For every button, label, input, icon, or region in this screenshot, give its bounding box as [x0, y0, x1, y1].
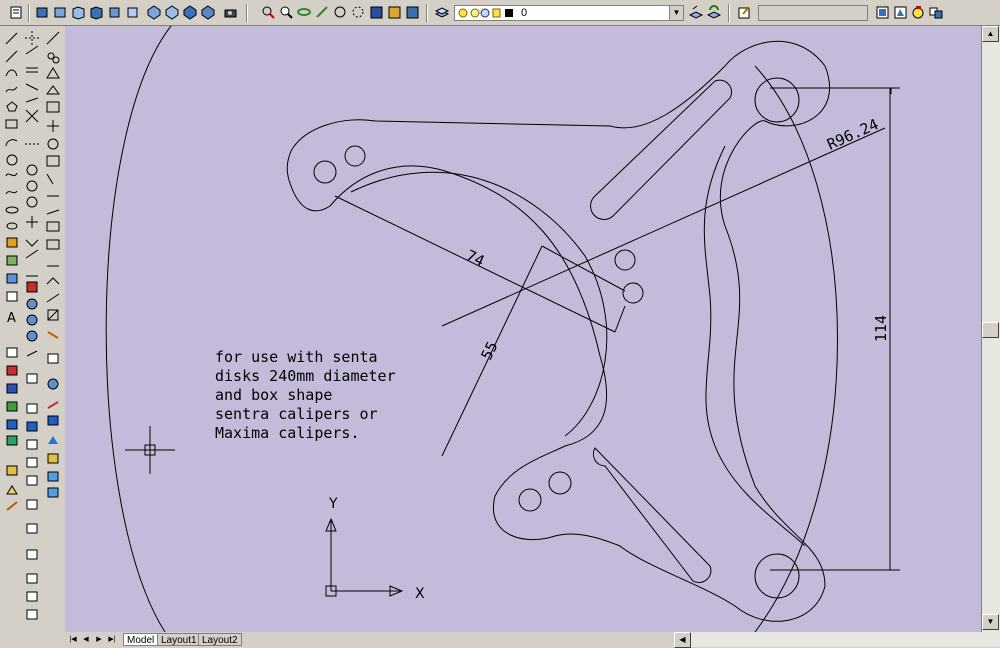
- next-tab-icon[interactable]: ▶: [93, 634, 105, 645]
- ucs-icon: [325, 517, 404, 597]
- layer-current-value: 0: [521, 7, 528, 19]
- dim-vertical-left: 55: [477, 339, 501, 363]
- ucs-x-label: X: [415, 586, 425, 602]
- make-object-layer-current-icon[interactable]: [688, 4, 705, 21]
- new-icon[interactable]: [8, 4, 25, 21]
- prev-tab-icon[interactable]: ◀: [80, 634, 92, 645]
- view-back-icon[interactable]: [124, 4, 141, 21]
- toolbar-separator: [426, 4, 428, 22]
- toolbar-separator: [246, 4, 248, 22]
- layer-state-icons: [458, 8, 513, 18]
- scroll-thumb[interactable]: [982, 322, 999, 338]
- layer-previous-icon[interactable]: [706, 4, 723, 21]
- view-front-icon[interactable]: [106, 4, 123, 21]
- pan-icon[interactable]: [260, 4, 277, 21]
- iso-nw-icon[interactable]: [200, 4, 217, 21]
- orbit-constrained-icon[interactable]: [314, 4, 331, 21]
- orbit-continuous-icon[interactable]: [350, 4, 367, 21]
- scroll-up-icon[interactable]: ▲: [982, 26, 999, 42]
- standard-toolbar: 0 ▼: [0, 0, 1000, 26]
- drawing-geometry: R96.24 74 55 114 Y X: [105, 26, 900, 632]
- iso-se-icon[interactable]: [164, 4, 181, 21]
- svg-text:A: A: [7, 311, 16, 326]
- bracket-outline: [286, 40, 831, 622]
- tab-layout2[interactable]: Layout2: [198, 633, 242, 646]
- tab-model[interactable]: Model: [123, 633, 159, 646]
- iso-ne-icon[interactable]: [182, 4, 199, 21]
- note-line: sentra calipers or: [215, 405, 378, 423]
- disk-right-arc: [754, 65, 838, 632]
- convert-to-viewport-icon[interactable]: [910, 4, 927, 21]
- draw-toolbar: A: [2, 26, 22, 626]
- dim-vertical-right: 114: [872, 315, 890, 342]
- shade-icon[interactable]: [404, 4, 421, 21]
- vertical-scrollbar[interactable]: ▲ ▼: [981, 26, 1000, 647]
- solids-toolbar-icons: [46, 31, 60, 498]
- view-bottom-icon[interactable]: [52, 4, 69, 21]
- first-tab-icon[interactable]: |◀: [67, 634, 79, 645]
- note-line: disks 240mm diameter: [215, 367, 396, 385]
- last-tab-icon[interactable]: ▶|: [106, 634, 118, 645]
- solids-toolbar: [43, 26, 63, 506]
- crosshair-cursor: [125, 426, 175, 474]
- orbit-icon[interactable]: [296, 4, 313, 21]
- polygonal-viewport-icon[interactable]: [892, 4, 909, 21]
- view-left-icon[interactable]: [70, 4, 87, 21]
- modify-toolbar: [22, 26, 42, 626]
- dim-horizontal: 74: [463, 246, 487, 270]
- camera-adjust-icon[interactable]: [368, 4, 385, 21]
- scroll-down-icon[interactable]: ▼: [982, 614, 999, 630]
- modify-toolbar-icons: [25, 31, 39, 620]
- ucs-y-label: Y: [328, 496, 338, 512]
- view-top-icon[interactable]: [34, 4, 51, 21]
- orbit-free-icon[interactable]: [332, 4, 349, 21]
- layer-manager-icon[interactable]: [434, 4, 451, 21]
- note-line: Maxima calipers.: [215, 424, 360, 442]
- properties-icon[interactable]: [736, 4, 753, 21]
- drawing-area[interactable]: R96.24 74 55 114 Y X for use with senta d…: [65, 26, 981, 632]
- viewport-icon[interactable]: [874, 4, 891, 21]
- upper-slot: [590, 79, 733, 220]
- toolbar-separator: [28, 4, 30, 22]
- horizontal-scrollbar[interactable]: ◀ ▶: [674, 632, 1000, 648]
- drawing-note: for use with senta disks 240mm diameter an…: [215, 348, 396, 443]
- note-line: for use with senta: [215, 348, 378, 366]
- iso-sw-icon[interactable]: [146, 4, 163, 21]
- note-line: and box shape: [215, 386, 333, 404]
- color-control[interactable]: [758, 5, 868, 21]
- view-right-icon[interactable]: [88, 4, 105, 21]
- disk-left-arc: [105, 26, 172, 632]
- scroll-left-icon[interactable]: ◀: [674, 632, 691, 648]
- camera-icon[interactable]: [222, 4, 239, 21]
- tab-layout1[interactable]: Layout1: [157, 633, 201, 646]
- lower-slot: [592, 447, 712, 584]
- zoom-realtime-icon[interactable]: [278, 4, 295, 21]
- render-icon[interactable]: [386, 4, 403, 21]
- layout-tab-bar: |◀ ◀ ▶ ▶| Model Layout1 Layout2 ◀ ▶: [65, 632, 1000, 648]
- draw-toolbar-icons: A: [5, 32, 19, 511]
- chevron-down-icon[interactable]: ▼: [669, 6, 683, 20]
- layer-dropdown[interactable]: 0 ▼: [454, 5, 684, 21]
- viewport-scale-icon[interactable]: [928, 4, 945, 21]
- toolbar-separator: [728, 4, 730, 22]
- dim-radius: R96.24: [824, 115, 881, 153]
